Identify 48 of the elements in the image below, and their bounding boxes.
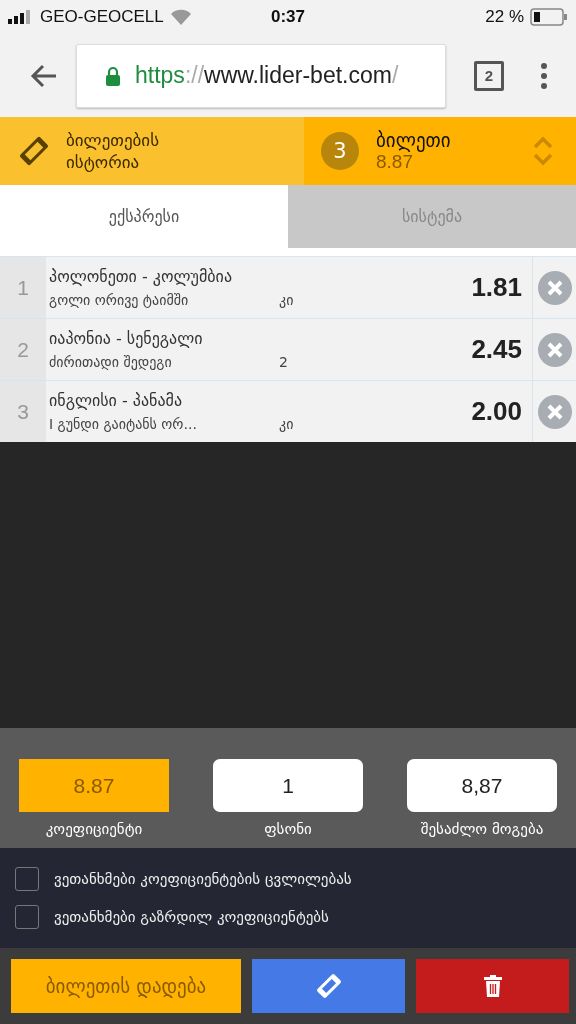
delete-button[interactable] xyxy=(416,959,569,1013)
amount-field[interactable]: 8,87 xyxy=(407,759,557,812)
match-name: ინგლისი - პანამა xyxy=(49,391,184,410)
checkbox[interactable] xyxy=(15,905,39,929)
checkbox-label: ვეთანხმები გაზრდილ კოეფიციენტებს xyxy=(54,908,329,926)
trash-icon xyxy=(483,975,502,997)
match-name: იაპონია - სენეგალი xyxy=(49,329,204,348)
history-label: ბილეთების ისტორია xyxy=(66,129,161,173)
field-label: ფსონი xyxy=(264,820,312,838)
close-icon[interactable] xyxy=(537,332,572,367)
field-label: შესაძლო მოგება xyxy=(420,820,544,838)
close-icon[interactable] xyxy=(537,394,572,429)
market-name: ძირითადი შედეგი xyxy=(49,354,173,370)
market-name: გოლი ორივე ტაიმში xyxy=(49,292,190,308)
wifi-icon xyxy=(169,9,192,25)
url-text: https://www.lider-bet.com/ xyxy=(135,62,399,89)
clock: 0:37 xyxy=(271,7,305,27)
row-number: 1 xyxy=(0,257,46,318)
ticket-count-badge: 3 xyxy=(321,132,359,170)
odds-value: 1.81 xyxy=(471,272,523,303)
url-field[interactable]: https://www.lider-bet.com/ xyxy=(76,43,446,108)
checkbox[interactable] xyxy=(15,867,39,891)
battery-percent: 22 % xyxy=(485,7,524,27)
bet-pick: კი xyxy=(279,416,294,432)
checkbox-label: ვეთანხმები კოეფიციენტების ცვლილებას xyxy=(54,870,352,888)
row-number: 3 xyxy=(0,381,46,442)
ticket-button[interactable] xyxy=(252,959,405,1013)
battery-icon xyxy=(530,8,568,26)
back-arrow-icon[interactable] xyxy=(30,63,58,88)
close-icon[interactable] xyxy=(537,270,572,305)
ticket-label: ბილეთი xyxy=(376,129,452,151)
field-label: კოეფიციენტი xyxy=(45,820,143,838)
odds-total: 8.87 xyxy=(19,759,169,812)
tab-count-button[interactable]: 2 xyxy=(474,60,504,91)
odds-value: 2.45 xyxy=(471,334,523,365)
odds-value: 2.00 xyxy=(471,396,523,427)
history-button[interactable]: ბილეთების ისტორია xyxy=(0,117,304,185)
tab[interactable]: ექსპრესი xyxy=(0,185,288,248)
ticket-total: 8.87 xyxy=(376,151,413,173)
row-number: 2 xyxy=(0,319,46,380)
amount-field[interactable]: 1 xyxy=(213,759,363,812)
market-name: I გუნდი გაიტანს ორ... xyxy=(49,416,198,432)
bet-pick: 2 xyxy=(279,354,288,370)
menu-icon[interactable] xyxy=(540,62,548,89)
bet-pick: კი xyxy=(279,292,294,308)
carrier-name: GEO-GEOCELL xyxy=(40,7,164,27)
lock-icon xyxy=(105,65,121,86)
match-name: პოლონეთი - კოლუმბია xyxy=(49,267,233,286)
